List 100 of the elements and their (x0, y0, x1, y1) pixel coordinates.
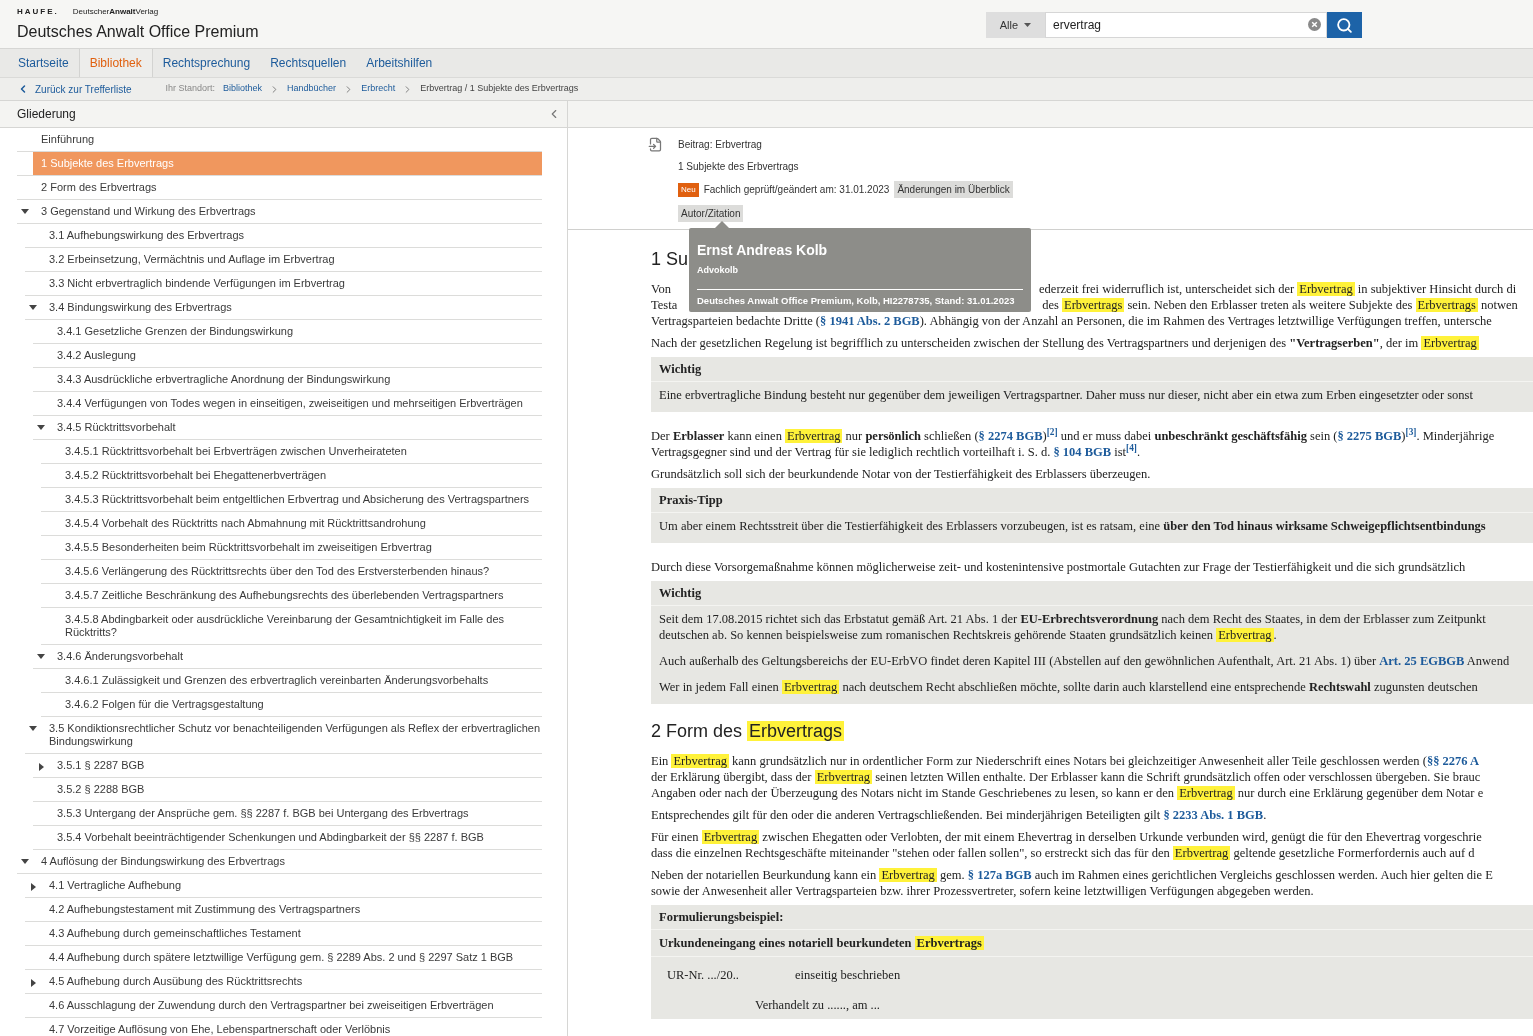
form-text: UR-Nr. .../20.. (667, 967, 740, 983)
outline-item[interactable]: 3.4.5 Rücktrittsvorbehalt (49, 416, 542, 439)
outline-item[interactable]: 4.4 Aufhebung durch spätere letztwillige Verfügung gem. § 2289 Abs. 2 und § 2297 Satz 1 BGB (41, 946, 542, 969)
law-link[interactable]: [2] (1046, 429, 1058, 443)
law-link[interactable]: §§ 2276 A (1426, 754, 1479, 768)
law-link[interactable]: [3] (1405, 429, 1417, 443)
outline-item[interactable]: 3.4.4 Verfügungen von Todes wegen in einseitigen, zweiseitigen und mehrseitigen Erbverträgen (49, 392, 542, 415)
paragraph: Um aber einem Rechtsstreit über die Testierfähigkeit des Erblassers vorzubeugen, ist es ratsam, eine über den Tod hinaus wirksame Schweigepflichtsentbindungs (658, 518, 1487, 535)
breadcrumb-link[interactable]: Erbrecht (361, 82, 396, 96)
outline-item[interactable]: 3.4.6.2 Folgen für die Vertragsgestaltung (57, 693, 542, 716)
caret-down-icon[interactable] (37, 425, 45, 430)
outline-item[interactable]: 3.4.5.3 Rücktrittsvorbehalt beim entgeltlichen Erbvertrag und Absicherung des Vertragspartners (57, 488, 542, 511)
breadcrumb-current: Erbvertrag / 1 Subjekte des Erbvertrags (420, 82, 579, 96)
law-link[interactable]: § 127a BGB (967, 868, 1032, 882)
outline-item[interactable]: 4.1 Vertragliche Aufhebung (41, 874, 542, 897)
search-button[interactable] (1327, 12, 1362, 38)
nav-tab[interactable]: Startseite (8, 49, 79, 77)
section-label: 1 Subjekte des Erbvertrags (678, 160, 799, 174)
author-name: Ernst Andreas Kolb (697, 241, 829, 260)
paragraph: Wer in jedem Fall einen Erbvertrag nach deutschem Recht abschließen möchte, sollte darin auch klarstellend eine entsprechende Rechtswahl zugunsten deutschen (658, 679, 1479, 696)
clear-icon[interactable] (1308, 18, 1321, 31)
back-link[interactable]: Zurück zur Trefferliste (17, 81, 132, 97)
nav-tab[interactable]: Arbeitshilfen (356, 49, 443, 77)
document-icon[interactable] (648, 137, 663, 152)
outline-item[interactable]: 3.4.6.1 Zulässigkeit und Grenzen des erbvertraglich vereinbarten Änderungsvorbehalts (57, 669, 542, 692)
note-box-title: Praxis-Tipp (651, 488, 1533, 513)
outline-item[interactable]: 3.5.4 Vorbehalt beeinträchtigender Schenkungen und Abdingbarkeit der §§ 2287 f. BGB (49, 826, 542, 849)
law-link[interactable]: § 2274 BGB (978, 429, 1043, 443)
outline-item[interactable]: 3.4.5.2 Rücktrittsvorbehalt bei Ehegattenerbverträgen (57, 464, 542, 487)
caret-down-icon[interactable] (21, 859, 29, 864)
section-heading: 2 Form des Erbvertrags (651, 720, 845, 742)
search-field[interactable]: ervertrag (1045, 12, 1327, 38)
outline-item[interactable]: 4 Auflösung der Bindungswirkung des Erbvertrags (33, 850, 542, 873)
outline-item[interactable]: 3.4.6 Änderungsvorbehalt (49, 645, 542, 668)
outline-item[interactable]: 4.2 Aufhebungstestament mit Zustimmung des Vertragspartners (41, 898, 542, 921)
outline-item[interactable]: 4.6 Ausschlagung der Zuwendung durch den Vertragspartner bei zweiseitigen Erbverträgen (41, 994, 542, 1017)
caret-right-icon[interactable] (38, 763, 44, 771)
nav-tab[interactable]: Rechtsquellen (260, 49, 357, 77)
paragraph: Der Erblasser kann einen Erbvertrag nur persönlich schließen (§ 2274 BGB)$^{[2]}$ und er muss dabei unbeschränkt geschäftsfähig sein (§ 2275 BGB)$^{[3]}$. Minderjährige Vertragsgegner sind und der Vertrag für sie lediglich rechtlich vorteilhaft i. S. d. § 104 BGB ist$^{[4]}$. (651, 428, 1496, 460)
breadcrumb-link[interactable]: Bibliothek (223, 82, 263, 96)
caret-down-icon (1024, 23, 1031, 27)
law-link[interactable]: Art. 25 EGBGB (1379, 654, 1465, 668)
paragraph: Eine erbvertragliche Bindung besteht nur gegenüber dem jeweiligen Vertragspartner. Daher muss nur dieser, nicht aber ein etwa zum Erben eingesetzter oder sonst (658, 387, 1474, 404)
note-box-title: Wichtig (651, 581, 1533, 606)
paragraph: Durch diese Vorsorgemaßnahme können möglicherweise zeit- und kostenintensive postmortale Gutachten zur Frage der Testierfähigkeit und die sich grundsätzlich (651, 559, 1467, 575)
outline-item[interactable]: 3.4.5.7 Zeitliche Beschränkung des Aufhebungsrechts des überlebenden Vertragspartners (57, 584, 542, 607)
caret-down-icon[interactable] (29, 305, 37, 310)
publisher-logo: DeutscherAnwaltVerlag (72, 6, 159, 18)
author-firm: Advokolb (697, 264, 1023, 290)
outline-item[interactable]: 4.7 Vorzeitige Auflösung von Ehe, Lebenspartnerschaft oder Verlöbnis (41, 1018, 542, 1036)
outline-item[interactable]: 4.5 Aufhebung durch Ausübung des Rücktrittsrechts (41, 970, 542, 993)
new-badge: Neu (678, 182, 699, 197)
outline-item[interactable]: 3.4.2 Auslegung (49, 344, 542, 367)
paragraph: Seit dem 17.08.2015 richtet sich das Erbstatut gemäß Art. 21 Abs. 1 der EU-Erbrechtsverordnung nach dem Recht des Staates, in dem der Erblasser zum Zeitpunkt deutschen ab. So kennen beispielsweise zum romanischen Rechtskreis gehörende Staaten grundsätzlich keinen Erbvertrag . (658, 611, 1487, 644)
law-link[interactable]: § 104 BGB (1053, 445, 1112, 459)
scope-dropdown[interactable]: Alle (985, 12, 1045, 38)
caret-down-icon[interactable] (37, 654, 45, 659)
outline-item[interactable]: 2 Form des Erbvertrags (33, 176, 542, 199)
law-link[interactable]: [4] (1126, 445, 1137, 459)
outline-item[interactable]: 3.4.5.4 Vorbehalt des Rücktritts nach Abmahnung mit Rücktrittsandrohung (57, 512, 542, 535)
paragraph: Nach der gesetzlichen Regelung ist begrifflich zu unterscheiden zwischen der Stellung des Vertragspartners und derjenigen des "Vertragserben", der im Erbvertrag (651, 335, 1480, 351)
outline-item[interactable]: 3.4.5.5 Besonderheiten beim Rücktrittsvorbehalt im zweiseitigen Erbvertrag (57, 536, 542, 559)
outline-item[interactable]: 4.3 Aufhebung durch gemeinschaftliches Testament (41, 922, 542, 945)
outline-item[interactable]: 3.4.3 Ausdrückliche erbvertragliche Anordnung der Bindungswirkung (49, 368, 542, 391)
outline-item[interactable]: 3.3 Nicht erbvertraglich bindende Verfügungen im Erbvertrag (41, 272, 542, 295)
nav-tab[interactable]: Rechtsprechung (152, 49, 261, 77)
caret-down-icon[interactable] (29, 726, 37, 731)
outline-item[interactable]: 3 Gegenstand und Wirkung des Erbvertrags (33, 200, 542, 223)
note-box-title: Formulierungsbeispiel: (651, 905, 1533, 930)
outline-item[interactable]: 3.2 Erbeinsetzung, Vermächtnis und Auflage im Erbvertrag (41, 248, 542, 271)
breadcrumb-link[interactable]: Handbücher (287, 82, 337, 96)
outline-item[interactable]: 3.5.2 § 2288 BGB (49, 778, 542, 801)
outline-item[interactable]: 3.1 Aufhebungswirkung des Erbvertrags (41, 224, 542, 247)
caret-right-icon[interactable] (30, 883, 36, 891)
outline-title: Gliederung (17, 106, 76, 123)
paragraph: Auch außerhalb des Geltungsbereichs der EU-ErbVO findet deren Kapitel III (Abstellen auf den gewöhnlichen Aufenthalt, Art. 21 Abs. 1) über Art. 25 EGBGB Anwend (658, 653, 1511, 670)
outline-item[interactable]: Einführung (33, 128, 542, 151)
contribution-label: Beitrag: Erbvertrag (678, 138, 762, 152)
law-link[interactable]: § 1941 Abs. 2 BGB (820, 314, 920, 328)
changes-button[interactable]: Änderungen im Überblick (894, 181, 1013, 198)
paragraph: Neben der notariellen Beurkundung kann ein Erbvertrag gem. § 127a BGB auch im Rahmen eines gerichtlichen Vergleichs geschlossen werden. Auch hier gelten die E sowie der Anwesenheit aller Vertragsparteien bzw. ihrer Prozessvertreter, sofern keine letztwilligen Verfügungen abgegeben werden. (651, 867, 1494, 899)
outline-item[interactable]: 3.4.1 Gesetzliche Grenzen der Bindungswirkung (49, 320, 542, 343)
citation-text: Deutsches Anwalt Office Premium, Kolb, HI2278735, Stand: 31.01.2023 (697, 293, 1016, 308)
caret-down-icon[interactable] (21, 209, 29, 214)
author-button[interactable]: Autor/Zitation (678, 205, 744, 222)
form-text: Verhandelt zu ......, am ... (755, 998, 880, 1012)
outline-item[interactable]: 3.5.3 Untergang der Ansprüche gem. §§ 2287 f. BGB bei Untergang des Erbvertrags (49, 802, 542, 825)
example-subheading: Urkundeneingang eines notariell beurkundeten Erbvertrags (651, 930, 1533, 957)
outline-item[interactable]: 3.4.5.8 Abdingbarkeit oder ausdrückliche Vereinbarung der Gesamtnichtigkeit im Falle des Rücktritts? (57, 608, 542, 644)
law-link[interactable]: § 2275 BGB (1337, 429, 1402, 443)
outline-item[interactable]: 3.5.1 § 2287 BGB (49, 754, 542, 777)
paragraph: Ein Erbvertrag kann grundsätzlich nur in ordentlicher Form zur Niederschrift eines Notars bei gleichzeitiger Anwesenheit aller Teile geschlossen werden (§§ 2276 A der Erklärung übergibt, dass der Erbvertrag seinen letzten Willen enthalte. Der Erblasser kann die Schrift grundsätzlich offen oder verschlossen übergeben. Sie brauc Angaben oder nach der Überzeugung des Notars nicht im Stande Geschriebenes zu lesen, so kann er den Erbvertrag nur durch eine Erklärung gegenüber dem Notar e (651, 753, 1485, 801)
review-date: Fachlich geprüft/geändert am: 31.01.2023 (703, 183, 890, 197)
form-text: einseitig beschrieben (795, 967, 901, 983)
outline-item[interactable]: 3.5 Kondiktionsrechtlicher Schutz vor benachteiligenden Verfügungen als Reflex der erbvertraglichen Bindungswirkung (41, 717, 542, 753)
outline-item[interactable]: 3.4 Bindungswirkung des Erbvertrags (41, 296, 542, 319)
outline-item[interactable]: 3.4.5.1 Rücktrittsvorbehalt bei Erbverträgen zwischen Unverheirateten (57, 440, 542, 463)
outline-item[interactable]: 3.4.5.6 Verlängerung des Rücktrittsrechts über den Tod des Erstversterbenden hinaus? (57, 560, 542, 583)
caret-right-icon[interactable] (30, 979, 36, 987)
brand-logo: HAUFE. (17, 6, 59, 18)
